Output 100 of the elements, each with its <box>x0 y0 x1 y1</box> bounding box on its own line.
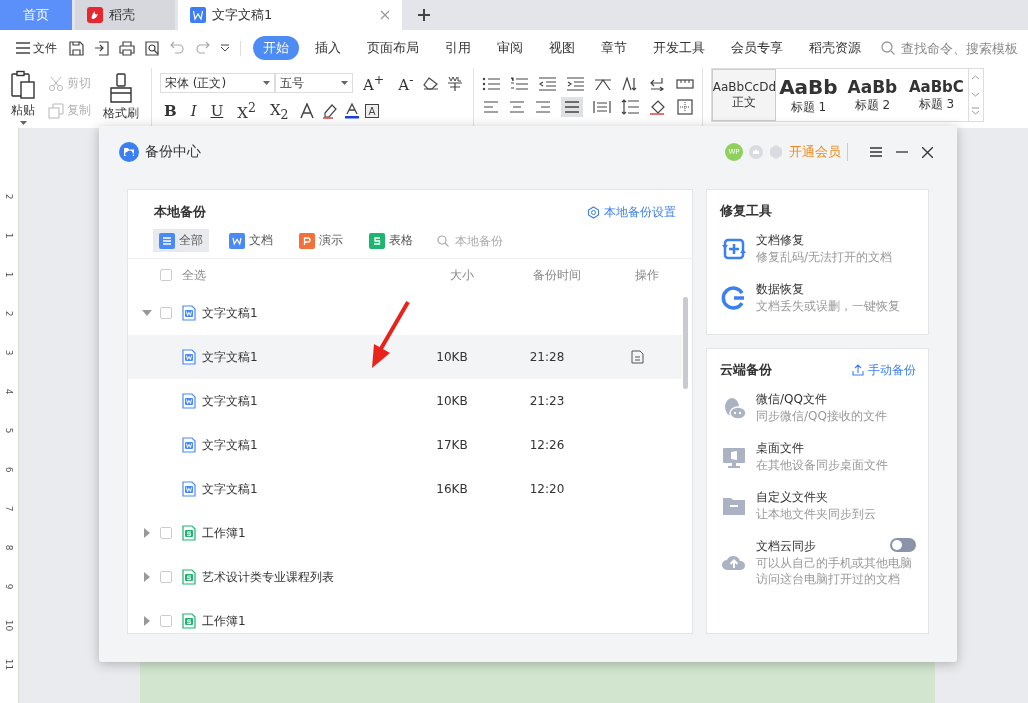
character-border-icon <box>364 104 379 118</box>
item-title: 数据恢复 <box>756 281 804 298</box>
font-name-field[interactable]: 宋体 (正文) <box>160 73 275 93</box>
checkbox[interactable] <box>160 615 172 627</box>
backup-time: 21:28 <box>528 350 566 364</box>
format-button[interactable]: I <box>186 102 201 120</box>
format-button[interactable]: B <box>160 102 181 120</box>
document-icon <box>182 393 196 409</box>
ribbon-tab[interactable]: 稻壳资源 <box>799 36 871 60</box>
text-effect-icon <box>298 103 315 119</box>
window-tab[interactable]: 稻壳 <box>75 0 175 30</box>
spreadsheet-icon <box>369 232 385 249</box>
align-left-icon <box>483 100 500 114</box>
ribbon-tab[interactable]: 开发工具 <box>643 36 715 60</box>
filter-tab[interactable]: 文档 <box>223 229 279 252</box>
align-right-icon <box>535 100 552 114</box>
document-icon <box>182 349 196 365</box>
font-size-button[interactable]: A$^{-}$ <box>394 72 418 94</box>
command-search-field[interactable]: 查找命令、搜索模板 <box>881 39 1028 57</box>
ribbon-tab[interactable]: 章节 <box>591 36 637 60</box>
paste-button[interactable]: 粘贴 <box>6 67 40 127</box>
scrollbar[interactable] <box>683 297 688 389</box>
crown-badge-icon <box>749 145 763 159</box>
print-icon <box>119 40 135 56</box>
panel-title: 本地备份 <box>154 203 206 221</box>
backup-row[interactable]: 文字文稿1 10KB 21:23 <box>128 379 682 423</box>
filter-tab[interactable]: 全部 <box>153 229 209 252</box>
expand-arrow-icon <box>144 616 150 626</box>
backup-settings-link[interactable]: 本地备份设置 <box>587 203 676 221</box>
file-size: 16KB <box>435 482 469 496</box>
item-description: 在其他设备同步桌面文件 <box>756 457 889 473</box>
collapse-arrow-icon <box>142 310 152 316</box>
checkbox[interactable] <box>160 527 172 539</box>
backup-row[interactable]: 文字文稿1 <box>128 291 682 335</box>
ribbon-tab[interactable]: 会员专享 <box>721 36 793 60</box>
close-icon <box>380 10 390 20</box>
search-icon <box>437 234 449 247</box>
settings-icon <box>587 205 600 219</box>
ribbon-tab[interactable]: 页面布局 <box>357 36 429 60</box>
document-icon <box>182 437 196 453</box>
backup-row[interactable]: 艺术设计类专业课程列表 <box>128 555 682 599</box>
font-size-field[interactable]: 五号 <box>275 73 353 93</box>
list-icon <box>159 232 175 249</box>
highlighter-icon <box>320 103 339 119</box>
justify-icon <box>561 97 584 117</box>
caret-icon <box>19 120 27 125</box>
backup-time: 12:26 <box>528 438 566 452</box>
text-direction-icon <box>594 77 613 91</box>
close-icon <box>922 146 933 158</box>
window-tab[interactable]: 文字文稿1 <box>178 0 402 30</box>
backup-search-field[interactable]: 本地备份 <box>437 232 537 249</box>
panel-title: 修复工具 <box>720 202 772 220</box>
ribbon-tab[interactable]: 视图 <box>539 36 585 60</box>
file-name: 文字文稿1 <box>202 480 259 498</box>
file-size: 17KB <box>435 438 469 452</box>
backup-row[interactable]: 文字文稿1 10KB 21:28 <box>128 335 682 379</box>
file-name: 文字文稿1 <box>202 436 259 454</box>
format-button[interactable]: U <box>206 102 228 120</box>
format-button[interactable]: X$^{2}$ <box>233 100 260 122</box>
ribbon-tab[interactable]: 插入 <box>305 36 351 60</box>
filter-tab[interactable]: 表格 <box>363 229 419 252</box>
toggle-switch[interactable] <box>890 538 916 552</box>
spreadsheet-icon <box>182 525 196 541</box>
filter-tab[interactable]: 演示 <box>293 229 349 252</box>
ribbon-tab[interactable]: 引用 <box>435 36 481 60</box>
caret-icon <box>341 81 348 85</box>
file-size: 10KB <box>435 394 469 408</box>
backup-row[interactable]: 文字文稿1 16KB 12:20 <box>128 467 682 511</box>
clipboard-icon <box>10 69 36 100</box>
font-size-button[interactable]: A$^{+}$ <box>359 72 389 94</box>
file-size: 10KB <box>435 350 469 364</box>
manual-backup-link[interactable]: 手动备份 <box>852 361 916 379</box>
open-document-icon <box>630 350 644 364</box>
document-icon <box>182 481 196 497</box>
ribbon-tab[interactable]: 审阅 <box>487 36 533 60</box>
item-description: 文档丢失或误删，一键恢复 <box>756 298 901 314</box>
painter-button[interactable]: 格式刷 <box>99 70 143 124</box>
style-preset[interactable]: AaBbCcDd 正文 <box>712 69 777 121</box>
cloud-folder-icon <box>119 142 139 162</box>
backup-row[interactable]: 文字文稿1 17KB 12:26 <box>128 423 682 467</box>
dropdown-icon <box>220 44 230 52</box>
checkbox[interactable] <box>160 307 172 319</box>
caret-icon <box>263 81 270 85</box>
backup-row[interactable]: 工作簿1 <box>128 599 682 633</box>
select-all-checkbox[interactable] <box>160 269 172 281</box>
menu-icon <box>16 42 30 54</box>
menu-icon <box>870 147 882 157</box>
increase-indent-icon <box>566 77 585 91</box>
backup-row[interactable]: 工作簿1 <box>128 511 682 555</box>
vertical-ruler: 2 1 1 2 3 4 5 6 7 8 9 10 11 <box>0 128 19 703</box>
file-name: 文字文稿1 <box>202 348 259 366</box>
file-name: 工作簿1 <box>202 524 247 542</box>
checkbox[interactable] <box>160 571 172 583</box>
export-icon <box>94 40 109 56</box>
file-menu-button[interactable]: 文件 <box>14 37 59 59</box>
format-button[interactable]: X$_{2}$ <box>265 100 293 122</box>
distribute-icon <box>593 100 612 114</box>
backup-time: 12:20 <box>528 482 566 496</box>
sort-icon <box>622 77 639 91</box>
decrease-indent-icon <box>538 77 557 91</box>
